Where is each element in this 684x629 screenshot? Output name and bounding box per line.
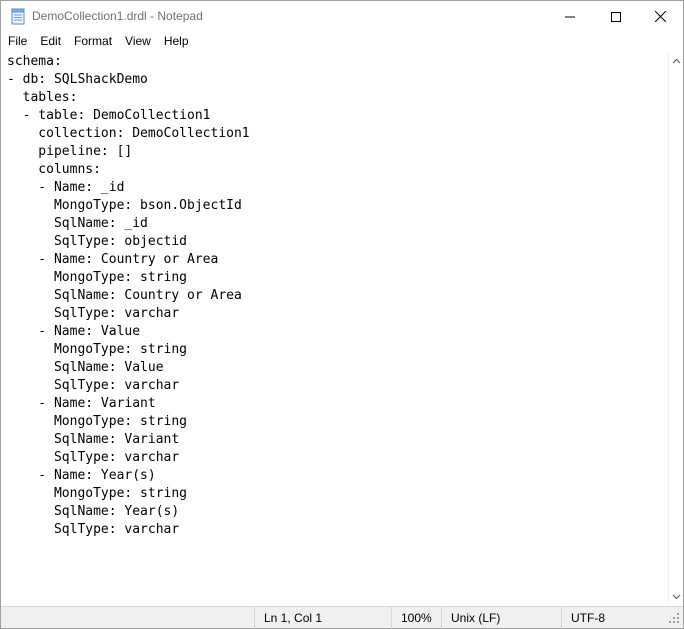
editor-line: columns:	[7, 162, 101, 177]
menu-file[interactable]: File	[1, 32, 33, 52]
editor-line: pipeline: []	[7, 144, 133, 159]
menu-edit[interactable]: Edit	[33, 32, 67, 52]
editor-line: MongoType: bson.ObjectId	[7, 198, 242, 213]
editor-line: - Name: Value	[7, 324, 141, 339]
editor-line: MongoType: string	[7, 270, 188, 285]
window-title: DemoCollection1.drdl - Notepad	[32, 9, 203, 23]
editor-line: - table: DemoCollection1	[7, 108, 211, 123]
chevron-down-icon	[672, 594, 681, 600]
editor-line: tables:	[7, 90, 78, 105]
editor-line: schema:	[7, 54, 62, 69]
status-line-ending: Unix (LF)	[441, 607, 561, 629]
minimize-button[interactable]	[547, 1, 593, 32]
text-editor[interactable]: schema: - db: SQLShackDemo tables: - tab…	[1, 52, 668, 606]
notepad-icon[interactable]	[10, 8, 26, 25]
editor-line: collection: DemoCollection1	[7, 126, 250, 141]
title-bar[interactable]: DemoCollection1.drdl - Notepad	[1, 1, 683, 32]
editor-line: SqlName: _id	[7, 216, 148, 231]
editor-line: - db: SQLShackDemo	[7, 72, 148, 87]
scroll-down-button[interactable]	[669, 590, 684, 604]
editor-line: SqlName: Year(s)	[7, 504, 180, 519]
editor-line: SqlType: varchar	[7, 450, 180, 465]
editor-line: SqlType: varchar	[7, 522, 180, 537]
editor-line: SqlType: varchar	[7, 306, 180, 321]
status-cursor-position: Ln 1, Col 1	[254, 607, 391, 629]
editor-line: SqlName: Value	[7, 360, 164, 375]
editor-line: MongoType: string	[7, 486, 188, 501]
editor-line: MongoType: string	[7, 414, 188, 429]
menu-format[interactable]: Format	[67, 32, 118, 52]
editor-line: SqlType: objectid	[7, 234, 188, 249]
vertical-scrollbar[interactable]	[668, 52, 683, 606]
chevron-up-icon	[672, 58, 681, 64]
minimize-icon	[565, 16, 575, 17]
editor-line: MongoType: string	[7, 342, 188, 357]
maximize-button[interactable]	[593, 1, 639, 32]
status-bar: Ln 1, Col 1 100% Unix (LF) UTF-8	[1, 606, 683, 629]
editor-line: - Name: Variant	[7, 396, 156, 411]
menu-view[interactable]: View	[118, 32, 157, 52]
status-empty-cell	[1, 607, 254, 629]
editor-line: - Name: Country or Area	[7, 252, 219, 267]
editor-line: - Name: _id	[7, 180, 125, 195]
maximize-icon	[611, 11, 621, 22]
menu-bar: File Edit Format View Help	[1, 32, 683, 52]
notepad-window: DemoCollection1.drdl - Notepad File Edit…	[0, 0, 684, 629]
close-icon	[654, 11, 666, 22]
menu-help[interactable]: Help	[157, 32, 195, 52]
editor-line: SqlName: Country or Area	[7, 288, 242, 303]
scroll-up-button[interactable]	[669, 54, 684, 68]
editor-line: - Name: Year(s)	[7, 468, 156, 483]
status-encoding: UTF-8	[561, 607, 683, 629]
editor-line: SqlType: varchar	[7, 378, 180, 393]
close-button[interactable]	[637, 1, 683, 32]
resize-grip-icon[interactable]	[668, 612, 680, 624]
status-zoom: 100%	[391, 607, 441, 629]
editor-line: SqlName: Variant	[7, 432, 180, 447]
